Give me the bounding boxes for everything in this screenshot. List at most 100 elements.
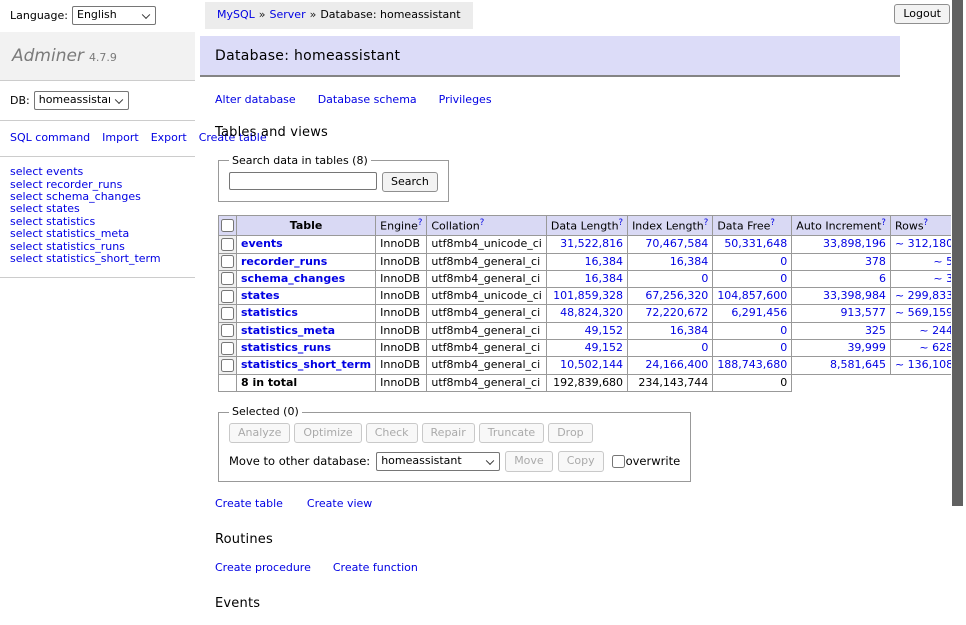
- sidebar-table-link[interactable]: select states: [10, 202, 80, 215]
- optimize-button[interactable]: Optimize: [294, 423, 361, 443]
- cell-data-free-link[interactable]: 0: [780, 324, 787, 337]
- search-input[interactable]: [229, 172, 377, 190]
- cell-index-length-link[interactable]: 24,166,400: [645, 358, 708, 371]
- table-link[interactable]: recorder_runs: [241, 255, 327, 268]
- cell-data-free-link[interactable]: 50,331,648: [724, 237, 787, 250]
- row-checkbox[interactable]: [221, 290, 234, 303]
- cell-data-free-link[interactable]: 6,291,456: [731, 306, 787, 319]
- cell-index-length-link[interactable]: 70,467,584: [645, 237, 708, 250]
- move-db-select[interactable]: homeassistant: [376, 452, 500, 471]
- sidebar-table-link[interactable]: select events: [10, 165, 83, 178]
- move-button[interactable]: Move: [505, 451, 553, 471]
- cell-auto-increment-link[interactable]: 6: [879, 272, 886, 285]
- drop-button[interactable]: Drop: [548, 423, 592, 443]
- help-link[interactable]: ?: [881, 218, 886, 228]
- cell-rows-link[interactable]: ~ 136,108: [895, 358, 953, 371]
- analyze-button[interactable]: Analyze: [229, 423, 290, 443]
- cell-auto-increment-link[interactable]: 325: [865, 324, 886, 337]
- cell-index-length-link[interactable]: 67,256,320: [645, 289, 708, 302]
- cell-index-length-link[interactable]: 0: [701, 272, 708, 285]
- sidebar-table-link[interactable]: select statistics_meta: [10, 227, 129, 240]
- cell-auto-increment-link[interactable]: 39,999: [847, 341, 886, 354]
- sidebar-link-export[interactable]: Export: [151, 131, 187, 144]
- help-link[interactable]: ?: [418, 218, 423, 228]
- breadcrumb-link-server[interactable]: Server: [270, 8, 306, 21]
- db-select[interactable]: homeassistant: [34, 91, 129, 110]
- cell-data-length-link[interactable]: 16,384: [585, 255, 624, 268]
- link-database-schema[interactable]: Database schema: [318, 93, 417, 106]
- help-link[interactable]: ?: [704, 218, 709, 228]
- cell-data-free-link[interactable]: 0: [780, 341, 787, 354]
- table-link[interactable]: statistics_meta: [241, 324, 335, 337]
- sidebar-link-import[interactable]: Import: [102, 131, 139, 144]
- help-link[interactable]: ?: [924, 218, 929, 228]
- table-link[interactable]: events: [241, 237, 283, 250]
- row-checkbox[interactable]: [221, 238, 234, 251]
- scrollbar-thumb[interactable]: [952, 0, 963, 506]
- cell-data-free-link[interactable]: 0: [780, 272, 787, 285]
- sidebar-table-link[interactable]: select recorder_runs: [10, 178, 122, 191]
- cell-auto-increment-link[interactable]: 378: [865, 255, 886, 268]
- link-alter-database[interactable]: Alter database: [215, 93, 296, 106]
- cell-auto-increment-link[interactable]: 8,581,645: [830, 358, 886, 371]
- cell-rows-link[interactable]: ~ 569,159: [895, 306, 953, 319]
- cell-rows-link[interactable]: ~ 628: [919, 341, 953, 354]
- search-button[interactable]: Search: [382, 172, 438, 192]
- table-link[interactable]: states: [241, 289, 280, 302]
- help-link[interactable]: ?: [619, 218, 624, 228]
- row-checkbox[interactable]: [221, 307, 234, 320]
- sidebar-table-link[interactable]: select statistics: [10, 215, 95, 228]
- cell-auto-increment-link[interactable]: 33,398,984: [823, 289, 886, 302]
- row-checkbox[interactable]: [221, 255, 234, 268]
- check-button[interactable]: Check: [366, 423, 418, 443]
- cell-index-length-link[interactable]: 16,384: [670, 255, 709, 268]
- copy-button[interactable]: Copy: [558, 451, 604, 471]
- cell-data-length-link[interactable]: 48,824,320: [560, 306, 623, 319]
- cell-index-length-link[interactable]: 16,384: [670, 324, 709, 337]
- cell-data-length-link[interactable]: 49,152: [585, 341, 624, 354]
- link-create-view[interactable]: Create view: [307, 497, 372, 510]
- cell-data-free-link[interactable]: 188,743,680: [717, 358, 787, 371]
- truncate-button[interactable]: Truncate: [479, 423, 544, 443]
- cell-auto-increment-link[interactable]: 33,898,196: [823, 237, 886, 250]
- help-link[interactable]: ?: [770, 218, 775, 228]
- cell-rows-link[interactable]: ~ 312,180: [895, 237, 953, 250]
- table-link[interactable]: statistics_short_term: [241, 358, 371, 371]
- select-all-checkbox[interactable]: [221, 219, 234, 232]
- sidebar-table-link[interactable]: select statistics_runs: [10, 240, 125, 253]
- breadcrumb-link-mysql[interactable]: MySQL: [217, 8, 255, 21]
- row-checkbox[interactable]: [221, 342, 234, 355]
- cell-auto-increment-link[interactable]: 913,577: [840, 306, 886, 319]
- link-create-procedure[interactable]: Create procedure: [215, 561, 311, 574]
- page-scrollbar[interactable]: [951, 0, 966, 543]
- cell-data-length-link[interactable]: 31,522,816: [560, 237, 623, 250]
- logout-button[interactable]: Logout: [894, 4, 950, 24]
- link-create-table[interactable]: Create table: [215, 497, 283, 510]
- link-create-function[interactable]: Create function: [333, 561, 418, 574]
- cell-data-length-link[interactable]: 16,384: [585, 272, 624, 285]
- cell-data-length-link[interactable]: 10,502,144: [560, 358, 623, 371]
- language-select[interactable]: English: [72, 6, 156, 25]
- cell-data-length-link[interactable]: 49,152: [585, 324, 624, 337]
- sidebar-table-link[interactable]: select statistics_short_term: [10, 252, 161, 265]
- row-checkbox[interactable]: [221, 324, 234, 337]
- row-checkbox[interactable]: [221, 272, 234, 285]
- cell-data-free-link[interactable]: 104,857,600: [717, 289, 787, 302]
- main-content: MySQL»Server»Database: homeassistant Dat…: [205, 0, 951, 625]
- sidebar-table-link[interactable]: select schema_changes: [10, 190, 141, 203]
- cell-index-length-link[interactable]: 72,220,672: [645, 306, 708, 319]
- row-checkbox[interactable]: [221, 359, 234, 372]
- link-privileges[interactable]: Privileges: [439, 93, 492, 106]
- cell-data-free-link[interactable]: 0: [780, 255, 787, 268]
- overwrite-checkbox[interactable]: [612, 455, 625, 468]
- help-link[interactable]: ?: [480, 218, 485, 228]
- repair-button[interactable]: Repair: [422, 423, 475, 443]
- table-link[interactable]: statistics: [241, 306, 298, 319]
- sidebar-link-sql-command[interactable]: SQL command: [10, 131, 90, 144]
- cell-rows-link[interactable]: ~ 244: [919, 324, 953, 337]
- cell-index-length-link[interactable]: 0: [701, 341, 708, 354]
- table-link[interactable]: schema_changes: [241, 272, 345, 285]
- cell-rows-link[interactable]: ~ 299,833: [895, 289, 953, 302]
- cell-data-length-link[interactable]: 101,859,328: [553, 289, 623, 302]
- table-link[interactable]: statistics_runs: [241, 341, 331, 354]
